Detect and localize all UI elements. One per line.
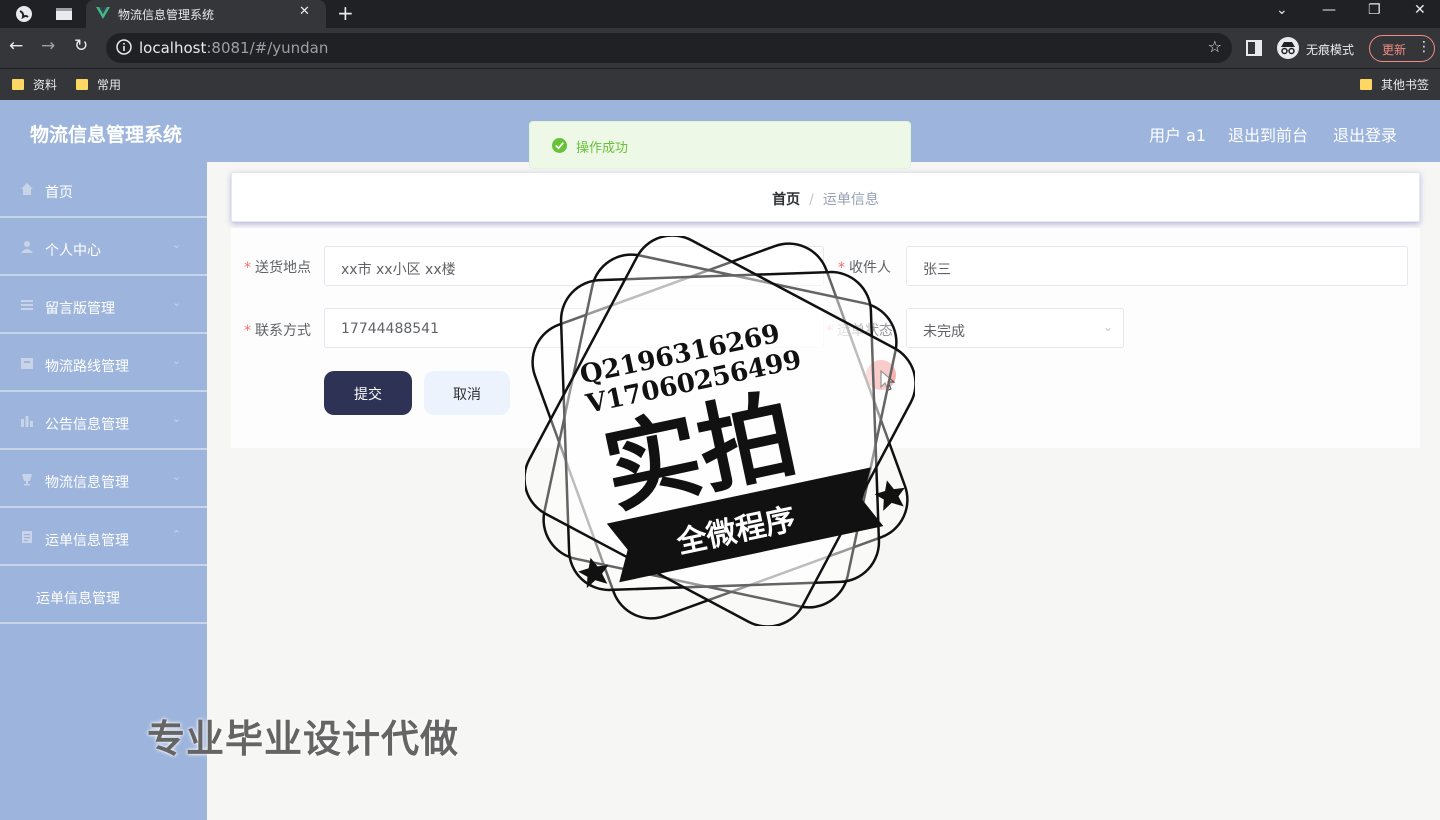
vue-logo-icon [96, 7, 110, 19]
bookmark-folder-ziliao[interactable]: 资料 [12, 76, 57, 93]
back-icon[interactable]: ← [9, 36, 23, 56]
tab-close-icon[interactable]: ✕ [299, 4, 310, 19]
url-path: :8081/#/yundan [206, 39, 329, 57]
breadcrumb-home[interactable]: 首页 [772, 192, 800, 208]
home-icon [21, 183, 33, 195]
breadcrumb-separator: / [809, 192, 814, 208]
menu-dots-icon[interactable]: ⋮ [1417, 39, 1431, 55]
chevron-down-icon: ⌄ [172, 296, 182, 309]
chevron-up-icon: ⌃ [172, 528, 182, 541]
update-label: 更新 [1382, 43, 1407, 57]
window-close-icon[interactable]: ✕ [1414, 2, 1426, 18]
receiver-value: 张三 [923, 262, 951, 278]
forward-icon[interactable]: → [41, 36, 55, 56]
user-icon [21, 241, 33, 253]
sidebar-subitem-label: 运单信息管理 [36, 591, 120, 607]
breadcrumb-current: 运单信息 [822, 192, 879, 208]
bookmarks-bar: 资料 常用 其他书签 [0, 68, 1440, 100]
phone-value: 17744488541 [341, 321, 439, 337]
tab-title: 物流信息管理系统 [118, 8, 215, 22]
sidebar-item-waybills[interactable]: 运单信息管理 ⌃ [0, 510, 207, 566]
back-to-front-link[interactable]: 退出到前台 [1228, 122, 1308, 146]
incognito-label: 无痕模式 [1306, 43, 1355, 57]
sidebar-item-profile[interactable]: 个人中心 ⌄ [0, 220, 207, 276]
sidebar-item-logistics[interactable]: 物流信息管理 ⌄ [0, 452, 207, 508]
folder-icon [12, 79, 24, 90]
folder-icon [76, 79, 88, 90]
sidebar-item-label: 首页 [45, 185, 73, 201]
minimize-icon[interactable]: — [1322, 2, 1336, 18]
chevron-down-icon: ⌄ [172, 412, 182, 425]
address-value: xx市 xx小区 xx楼 [341, 262, 456, 278]
chevron-down-icon: ⌄ [172, 238, 182, 251]
required-mark: * [244, 323, 251, 339]
sidebar-item-label: 留言版管理 [45, 301, 115, 317]
document-icon [22, 531, 32, 543]
bookmark-label: 常用 [97, 78, 122, 92]
list-icon [21, 300, 33, 310]
address-label: * 送货地点 [244, 257, 311, 277]
receiver-field[interactable]: 张三 [906, 246, 1408, 286]
incognito-icon[interactable] [1276, 36, 1300, 60]
other-bookmarks[interactable]: 其他书签 [1360, 76, 1429, 93]
submit-button[interactable]: 提交 [324, 371, 412, 415]
reload-icon[interactable]: ↻ [74, 36, 88, 56]
breadcrumb: 首页 / 运单信息 [231, 172, 1420, 222]
chevron-down-icon: ⌄ [172, 354, 182, 367]
watermark-text: 专业毕业设计代做 [147, 717, 460, 761]
bookmark-star-icon[interactable]: ☆ [1208, 37, 1222, 56]
folder-icon [1360, 79, 1372, 90]
browser-tabbar: 物流信息管理系统 ✕ + ⌄ — ❐ ✕ [0, 0, 1440, 28]
address-bar[interactable]: localhost:8081/#/yundan ☆ [106, 33, 1232, 63]
status-select[interactable]: 未完成 ⌄ [906, 308, 1124, 348]
url-host: localhost [139, 39, 207, 57]
globe-icon[interactable] [14, 4, 34, 24]
update-button[interactable]: 更新 ⋮ [1369, 35, 1435, 62]
sidebar-item-messages[interactable]: 留言版管理 ⌄ [0, 278, 207, 334]
toast-message: 操作成功 [576, 141, 629, 156]
status-value: 未完成 [923, 324, 965, 340]
url-text[interactable]: localhost:8081/#/yundan [139, 39, 328, 57]
sidebar-item-label: 个人中心 [45, 243, 101, 259]
sidebar-item-label: 公告信息管理 [45, 417, 129, 433]
phone-label: * 联系方式 [244, 320, 311, 340]
chevron-down-icon: ⌄ [1102, 320, 1113, 334]
submit-label: 提交 [354, 387, 382, 403]
other-bookmarks-label: 其他书签 [1381, 78, 1430, 92]
bookmark-label: 资料 [33, 78, 58, 92]
side-panel-icon[interactable] [1246, 40, 1262, 56]
address-label-text: 送货地点 [255, 260, 311, 276]
cancel-button[interactable]: 取消 [424, 371, 510, 415]
sidebar-item-label: 物流路线管理 [45, 359, 129, 375]
tab-overview-icon[interactable] [54, 4, 74, 24]
sidebar-subitem-waybill-manage[interactable]: 运单信息管理 [0, 568, 207, 624]
success-toast: 操作成功 [529, 121, 911, 169]
new-tab-icon[interactable]: + [337, 1, 354, 25]
restore-icon[interactable]: ❐ [1368, 2, 1381, 18]
check-circle-icon [552, 138, 567, 153]
sidebar-item-label: 运单信息管理 [45, 533, 129, 549]
phone-label-text: 联系方式 [255, 323, 311, 339]
sidebar-item-home[interactable]: 首页 [0, 162, 207, 218]
logout-link[interactable]: 退出登录 [1333, 122, 1397, 146]
bookmark-folder-changyong[interactable]: 常用 [76, 76, 121, 93]
box-icon [21, 358, 33, 369]
sidebar-item-routes[interactable]: 物流路线管理 ⌄ [0, 336, 207, 392]
chart-icon [21, 416, 33, 427]
chevron-down-icon: ⌄ [172, 470, 182, 483]
tab-search-icon[interactable]: ⌄ [1276, 2, 1288, 18]
current-user: 用户 a1 [1149, 126, 1207, 145]
sidebar-item-notices[interactable]: 公告信息管理 ⌄ [0, 394, 207, 450]
photo-stamp-overlay: Q2196316269 V17060256499 实拍 全微程序 [525, 236, 915, 626]
info-icon[interactable] [116, 39, 132, 55]
browser-toolbar: ← → ↻ localhost:8081/#/yundan ☆ [0, 28, 1440, 68]
sidebar-item-label: 物流信息管理 [45, 475, 129, 491]
tab-active[interactable]: 物流信息管理系统 ✕ [86, 0, 326, 28]
required-mark: * [244, 260, 251, 276]
cancel-label: 取消 [453, 387, 481, 403]
cup-icon [22, 474, 32, 486]
app-title: 物流信息管理系统 [30, 124, 183, 146]
